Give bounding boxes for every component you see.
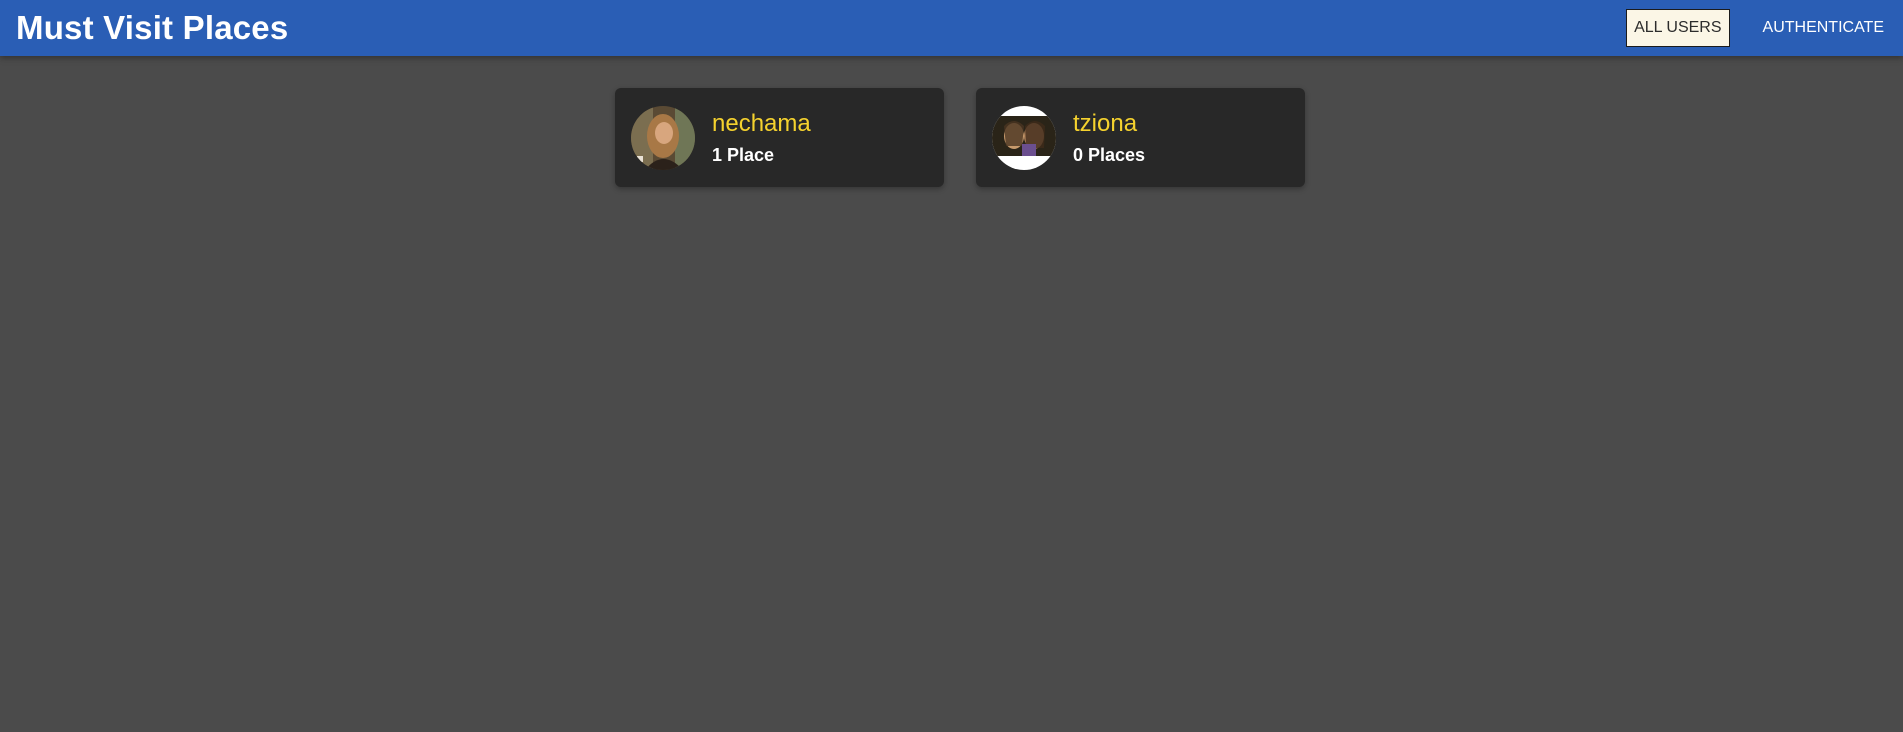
- user-place-count: 0 Places: [1073, 145, 1146, 165]
- avatar-photo-icon: [631, 105, 695, 170]
- users-list: nechama 1 Place tziona 0 Places: [615, 88, 1305, 187]
- user-info: tziona 0 Places: [1073, 109, 1145, 166]
- user-avatar: [631, 105, 695, 170]
- user-name: nechama: [712, 110, 811, 137]
- user-card-tziona[interactable]: tziona 0 Places: [976, 88, 1305, 187]
- user-name: tziona: [1073, 110, 1138, 137]
- user-place-count: 1 Place: [712, 145, 775, 165]
- user-info: nechama 1 Place: [712, 109, 811, 166]
- user-avatar: [992, 105, 1056, 170]
- nav-all-users-link[interactable]: ALL USERS: [1626, 9, 1730, 47]
- main-header: Must Visit Places ALL USERS AUTHENTICATE: [0, 0, 1903, 56]
- nav-authenticate-link[interactable]: AUTHENTICATE: [1756, 10, 1891, 46]
- nav-links: ALL USERS AUTHENTICATE: [1626, 9, 1891, 47]
- app-title[interactable]: Must Visit Places: [16, 9, 288, 47]
- user-card-nechama[interactable]: nechama 1 Place: [615, 88, 944, 187]
- avatar-photo-icon: [992, 105, 1056, 170]
